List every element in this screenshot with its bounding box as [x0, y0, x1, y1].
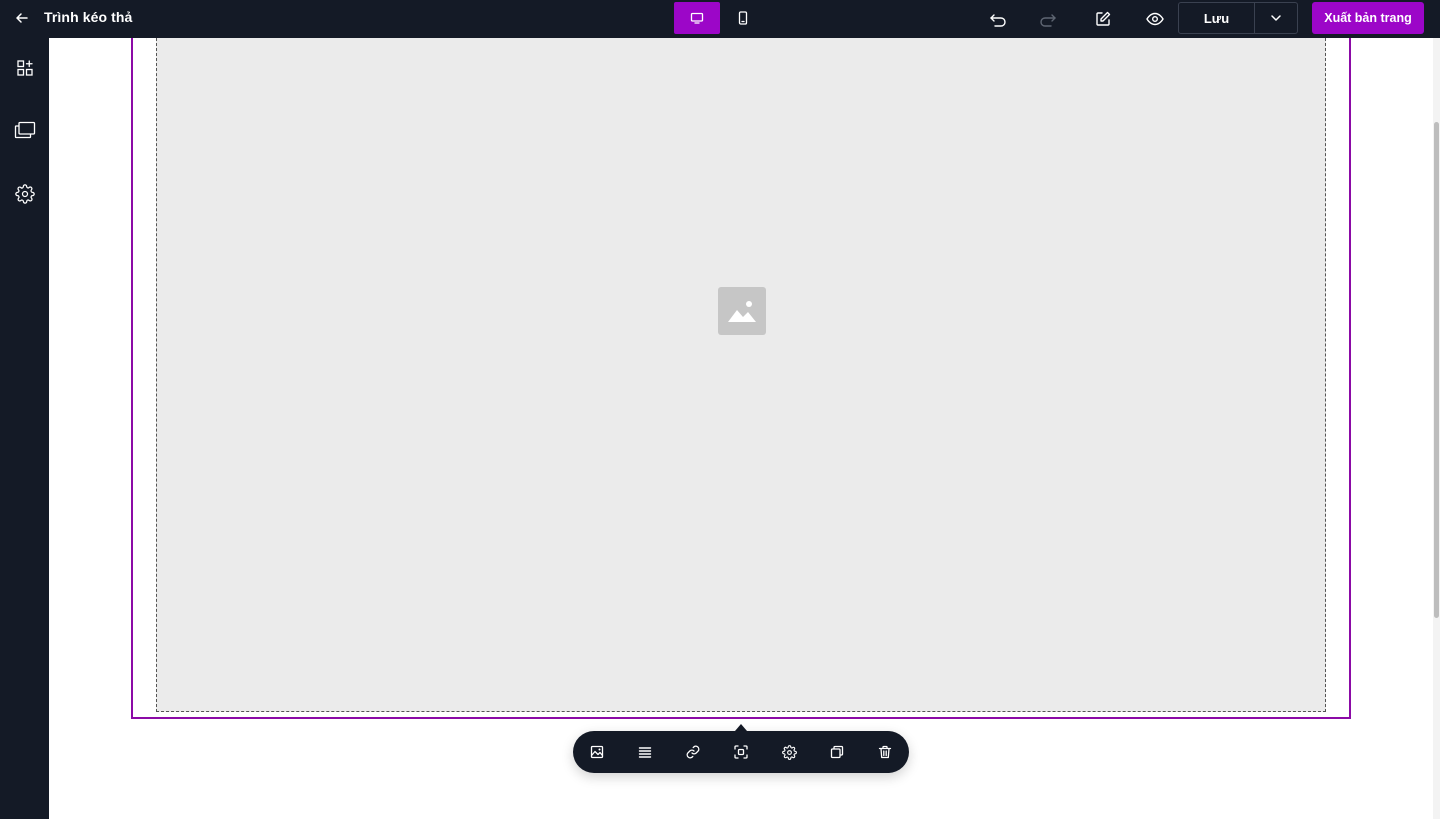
- link-icon: [686, 745, 700, 759]
- delete-button[interactable]: [873, 740, 897, 764]
- save-button[interactable]: Lưu: [1179, 3, 1255, 33]
- image-icon: [590, 745, 604, 759]
- arrow-left-icon: [15, 11, 29, 25]
- desktop-view-button[interactable]: [674, 2, 720, 34]
- back-button[interactable]: [10, 7, 34, 29]
- element-toolbar: [573, 731, 909, 773]
- link-button[interactable]: [681, 740, 705, 764]
- redo-icon: [1039, 11, 1057, 27]
- eye-icon: [1146, 12, 1164, 26]
- sidebar-item-pages[interactable]: [0, 110, 49, 150]
- save-options-button[interactable]: [1255, 3, 1297, 33]
- mobile-view-button[interactable]: [720, 2, 766, 34]
- image-placeholder: [718, 287, 766, 335]
- focus-icon: [734, 745, 748, 759]
- focus-button[interactable]: [729, 740, 753, 764]
- undo-icon: [989, 11, 1007, 27]
- element-settings-button[interactable]: [777, 740, 801, 764]
- mobile-icon: [738, 11, 748, 25]
- redo-button[interactable]: [1035, 7, 1061, 31]
- undo-button[interactable]: [985, 7, 1011, 31]
- align-button[interactable]: [633, 740, 657, 764]
- desktop-icon: [690, 12, 704, 24]
- pages-icon: [14, 121, 36, 139]
- image-icon: [726, 298, 758, 324]
- preview-button[interactable]: [1142, 7, 1168, 31]
- sidebar-item-settings[interactable]: [0, 174, 49, 214]
- gear-icon: [781, 744, 797, 760]
- top-bar: Trình kéo thả Lưu Xuất bản trang: [0, 0, 1440, 38]
- duplicate-icon: [830, 745, 844, 759]
- edit-icon: [1095, 11, 1111, 27]
- duplicate-button[interactable]: [825, 740, 849, 764]
- align-icon: [638, 746, 652, 758]
- image-element[interactable]: [156, 38, 1326, 712]
- left-sidebar: [0, 38, 49, 819]
- chevron-down-icon: [1270, 14, 1282, 22]
- edit-button[interactable]: [1090, 7, 1116, 31]
- toolbar-pointer: [735, 724, 747, 731]
- editor-canvas[interactable]: [49, 38, 1433, 819]
- save-button-group: Lưu: [1178, 2, 1298, 34]
- scrollbar-thumb[interactable]: [1434, 122, 1439, 618]
- change-image-button[interactable]: [585, 740, 609, 764]
- canvas-scrollbar[interactable]: [1433, 38, 1440, 819]
- gear-icon: [14, 184, 35, 204]
- app-title: Trình kéo thả: [44, 9, 133, 25]
- sidebar-item-elements[interactable]: [0, 48, 49, 88]
- elements-grid-icon: [16, 59, 34, 77]
- trash-icon: [878, 745, 892, 759]
- publish-button[interactable]: Xuất bản trang: [1312, 2, 1424, 34]
